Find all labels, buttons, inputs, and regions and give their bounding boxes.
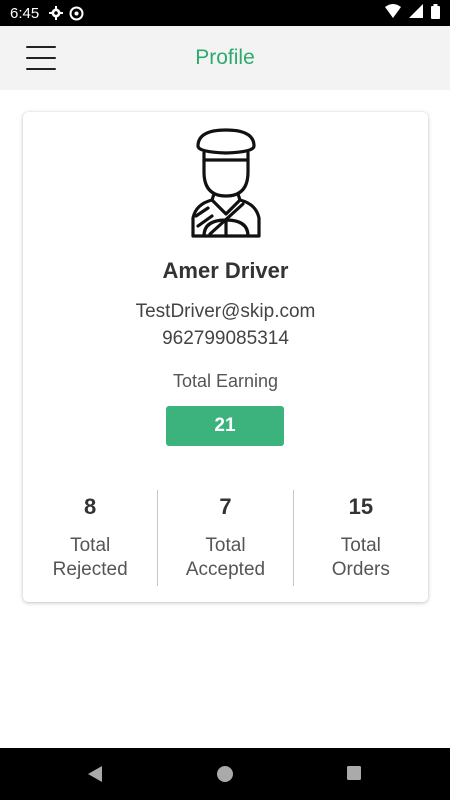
- status-bar: 6:45: [0, 0, 450, 26]
- stat-label: Total Rejected: [23, 534, 157, 582]
- total-earning-label: Total Earning: [172, 371, 279, 391]
- stat-label: Total Orders: [294, 534, 428, 582]
- battery-icon: [431, 3, 440, 23]
- stat-label-line2: Rejected: [52, 559, 128, 580]
- driver-name: Amer Driver: [162, 258, 289, 283]
- wifi-icon: [385, 4, 401, 22]
- stats-row: 8 Total Rejected 7 Total Accepted 15 Tot…: [23, 490, 428, 586]
- menu-icon[interactable]: [26, 46, 56, 70]
- stat-total-orders: 15 Total Orders: [292, 490, 428, 586]
- stat-total-rejected: 8 Total Rejected: [23, 490, 157, 586]
- stat-total-accepted: 7 Total Accepted: [157, 490, 292, 586]
- driver-avatar-icon: [188, 126, 264, 238]
- sync-icon: [69, 6, 84, 21]
- back-icon[interactable]: [86, 765, 104, 788]
- app-bar: Profile: [0, 26, 450, 90]
- driver-phone: 962799085314: [162, 328, 289, 349]
- stat-label-line2: Orders: [331, 559, 390, 580]
- status-time: 6:45: [10, 4, 40, 22]
- total-earning-badge: 21: [166, 406, 284, 446]
- signal-icon: [409, 4, 423, 22]
- driver-email: TestDriver@skip.com: [135, 301, 316, 322]
- gear-icon: [49, 6, 64, 20]
- stat-label-line2: Accepted: [185, 559, 266, 580]
- stat-label-line1: Total: [205, 535, 246, 556]
- home-icon[interactable]: [216, 765, 234, 788]
- page-title: Profile: [195, 46, 255, 69]
- stat-value: 7: [219, 494, 232, 519]
- profile-card: Amer Driver TestDriver@skip.com 96279908…: [23, 112, 428, 602]
- system-nav-bar: [0, 748, 450, 800]
- stat-label-line1: Total: [340, 535, 381, 556]
- stat-value: 15: [348, 494, 374, 519]
- stat-label-line1: Total: [70, 535, 111, 556]
- stat-value: 8: [84, 494, 97, 519]
- recents-icon[interactable]: [346, 765, 362, 786]
- stat-label: Total Accepted: [158, 534, 292, 582]
